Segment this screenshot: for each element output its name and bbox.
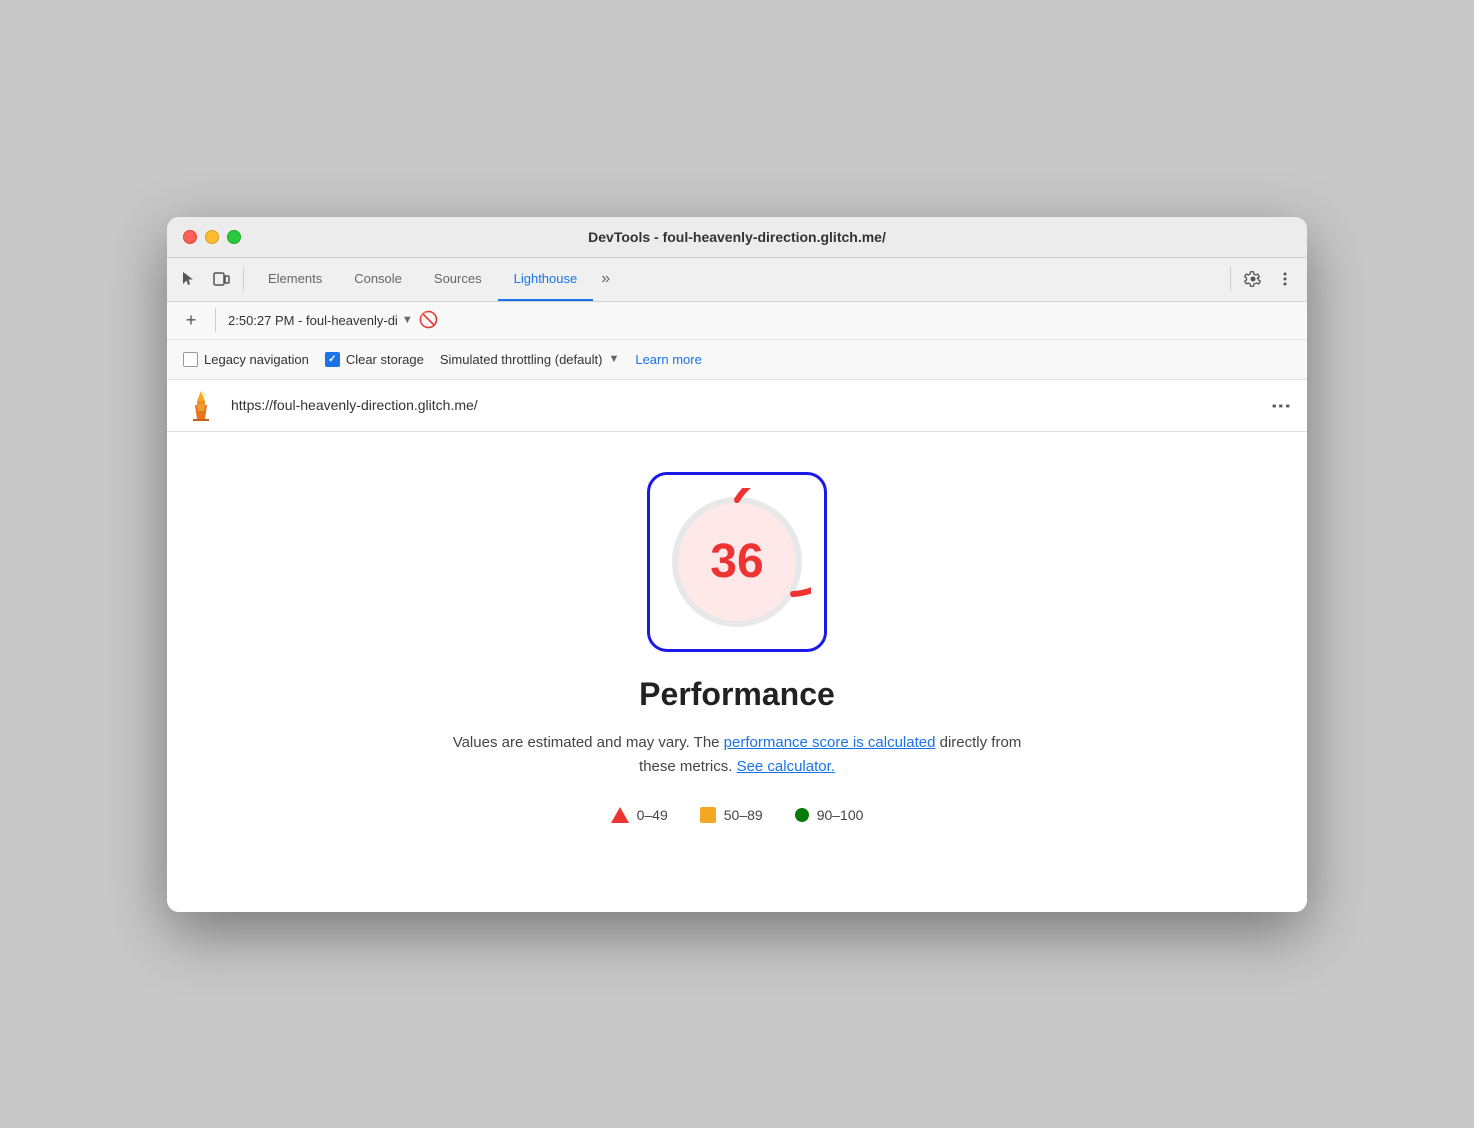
- learn-more-link[interactable]: Learn more: [635, 352, 701, 367]
- window-title: DevTools - foul-heavenly-direction.glitc…: [588, 229, 886, 245]
- tab-list: Elements Console Sources Lighthouse »: [252, 257, 1222, 301]
- tab-sources[interactable]: Sources: [418, 257, 498, 301]
- legend-good: 90–100: [795, 807, 864, 823]
- traffic-lights: [183, 230, 241, 244]
- tab-elements[interactable]: Elements: [252, 257, 338, 301]
- url-bar: 2:50:27 PM - foul-heavenly-di ▼ 🚫: [228, 310, 1295, 330]
- main-content: 36 Performance Values are estimated and …: [167, 432, 1307, 912]
- lighthouse-url-text: https://foul-heavenly-direction.glitch.m…: [231, 397, 1259, 413]
- title-bar: DevTools - foul-heavenly-direction.glitc…: [167, 217, 1307, 258]
- lighthouse-url-row: https://foul-heavenly-direction.glitch.m…: [167, 380, 1307, 432]
- toolbar-right: [1226, 265, 1299, 293]
- dropdown-arrow-icon: ▼: [402, 314, 413, 326]
- more-options-button[interactable]: ⋮: [1271, 395, 1291, 416]
- tab-lighthouse[interactable]: Lighthouse: [498, 257, 594, 301]
- performance-title: Performance: [639, 676, 835, 713]
- url-dropdown[interactable]: 2:50:27 PM - foul-heavenly-di ▼: [228, 313, 413, 328]
- tab-more-button[interactable]: »: [593, 257, 618, 301]
- options-toolbar: Legacy navigation Clear storage Simulate…: [167, 340, 1307, 380]
- devtools-window: DevTools - foul-heavenly-direction.glitc…: [167, 217, 1307, 912]
- device-toggle-icon[interactable]: [207, 265, 235, 293]
- throttling-dropdown-arrow[interactable]: ▼: [608, 353, 619, 365]
- url-toolbar: + 2:50:27 PM - foul-heavenly-di ▼ 🚫: [167, 302, 1307, 340]
- close-button[interactable]: [183, 230, 197, 244]
- minimize-button[interactable]: [205, 230, 219, 244]
- legacy-nav-checkbox-input[interactable]: [183, 352, 198, 367]
- toolbar-divider-right: [1230, 267, 1231, 291]
- divider2: [215, 308, 216, 332]
- devtools-toolbar: Elements Console Sources Lighthouse »: [167, 258, 1307, 302]
- good-icon: [795, 808, 809, 822]
- calculator-link[interactable]: See calculator.: [737, 758, 835, 775]
- settings-icon[interactable]: [1239, 265, 1267, 293]
- throttling-select: Simulated throttling (default) ▼: [440, 352, 619, 367]
- tab-console[interactable]: Console: [338, 257, 418, 301]
- toolbar-divider: [243, 267, 244, 291]
- add-button[interactable]: +: [179, 308, 203, 332]
- legend-poor: 0–49: [611, 807, 668, 823]
- performance-description: Values are estimated and may vary. The p…: [447, 731, 1027, 779]
- lighthouse-logo: [183, 387, 219, 423]
- clear-storage-checkbox[interactable]: Clear storage: [325, 352, 424, 367]
- score-legend: 0–49 50–89 90–100: [611, 807, 864, 823]
- legend-average: 50–89: [700, 807, 763, 823]
- score-card: 36: [647, 472, 827, 652]
- average-icon: [700, 807, 716, 823]
- no-entry-icon[interactable]: 🚫: [419, 310, 439, 330]
- score-circle: 36: [672, 497, 802, 627]
- more-menu-icon[interactable]: [1271, 265, 1299, 293]
- perf-score-link[interactable]: performance score is calculated: [724, 734, 936, 751]
- maximize-button[interactable]: [227, 230, 241, 244]
- poor-icon: [611, 807, 629, 823]
- legacy-navigation-checkbox[interactable]: Legacy navigation: [183, 352, 309, 367]
- score-number: 36: [710, 534, 763, 589]
- cursor-icon[interactable]: [175, 265, 203, 293]
- clear-storage-checkbox-input[interactable]: [325, 352, 340, 367]
